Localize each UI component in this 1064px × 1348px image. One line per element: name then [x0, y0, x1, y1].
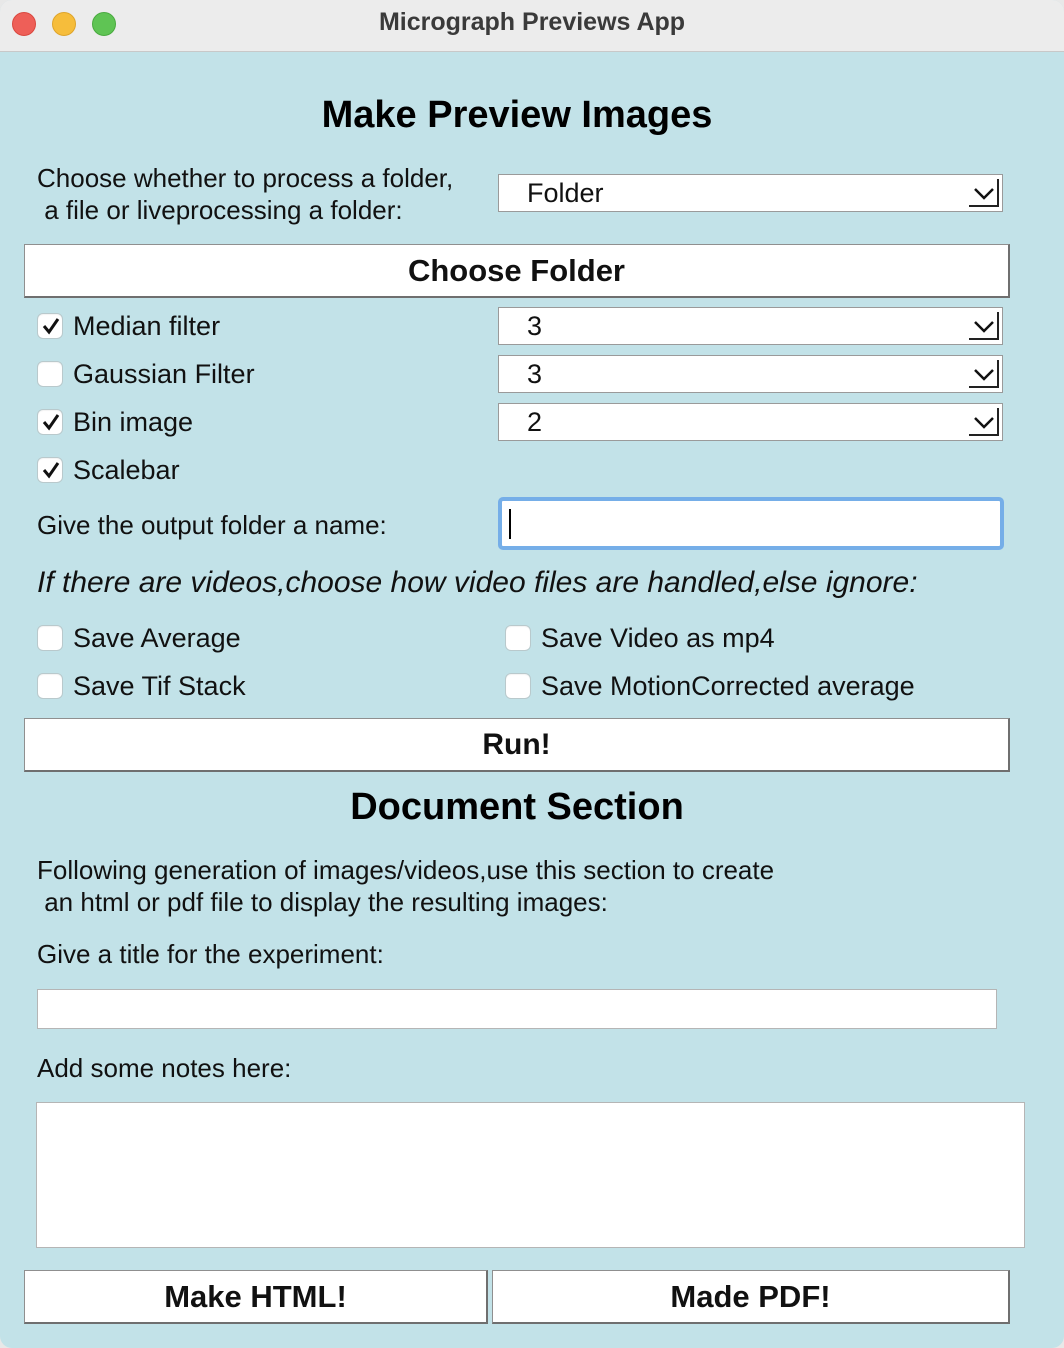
- checkbox-box: [37, 313, 63, 339]
- checkmark-icon: [42, 414, 60, 431]
- experiment-title-label: Give a title for the experiment:: [37, 939, 384, 969]
- chevron-down-icon: [969, 312, 999, 340]
- median-filter-checkbox[interactable]: Median filter: [37, 306, 220, 346]
- scalebar-label: Scalebar: [73, 454, 180, 485]
- checkbox-box: [37, 625, 63, 651]
- checkbox-box: [505, 625, 531, 651]
- gaussian-filter-label: Gaussian Filter: [73, 358, 255, 389]
- make-html-button[interactable]: Make HTML!: [24, 1270, 488, 1324]
- app-window: Micrograph Previews App Make Preview Ima…: [0, 0, 1064, 1348]
- title-bar: Micrograph Previews App: [0, 0, 1064, 52]
- save-tif-stack-label: Save Tif Stack: [73, 670, 246, 701]
- checkbox-box: [37, 457, 63, 483]
- bin-image-label: Bin image: [73, 406, 194, 437]
- gaussian-filter-size-value: 3: [527, 359, 543, 389]
- bin-factor-value: 2: [527, 407, 543, 437]
- checkbox-box: [37, 409, 63, 435]
- output-folder-label: Give the output folder a name:: [37, 510, 387, 540]
- checkmark-icon: [42, 318, 60, 335]
- scalebar-checkbox[interactable]: Scalebar: [37, 450, 180, 490]
- mode-select-value: Folder: [527, 178, 604, 208]
- gaussian-filter-size-select[interactable]: 3: [498, 355, 1003, 393]
- video-handling-prompt: If there are videos,choose how video fil…: [37, 566, 918, 599]
- mode-select[interactable]: Folder: [498, 174, 1003, 212]
- gaussian-filter-checkbox[interactable]: Gaussian Filter: [37, 354, 255, 394]
- bin-factor-select[interactable]: 2: [498, 403, 1003, 441]
- save-motioncorrected-label: Save MotionCorrected average: [541, 670, 915, 701]
- save-average-checkbox[interactable]: Save Average: [37, 618, 241, 658]
- run-button[interactable]: Run!: [24, 718, 1010, 772]
- median-filter-size-value: 3: [527, 311, 543, 341]
- experiment-title-input[interactable]: [37, 989, 997, 1029]
- mode-prompt-line-2: a file or liveprocessing a folder:: [37, 195, 403, 225]
- document-intro-line-1: Following generation of images/videos,us…: [37, 855, 775, 885]
- save-tif-stack-checkbox[interactable]: Save Tif Stack: [37, 666, 246, 706]
- save-motioncorrected-checkbox[interactable]: Save MotionCorrected average: [505, 666, 915, 706]
- text-caret: [509, 509, 511, 539]
- checkmark-icon: [42, 462, 60, 479]
- checkbox-box: [37, 673, 63, 699]
- page-title: Make Preview Images: [321, 94, 713, 136]
- mode-prompt-line-1: Choose whether to process a folder,: [37, 163, 454, 193]
- median-filter-label: Median filter: [73, 310, 221, 341]
- notes-textarea[interactable]: [36, 1102, 1025, 1248]
- window-title: Micrograph Previews App: [378, 8, 686, 36]
- save-average-label: Save Average: [73, 622, 241, 653]
- checkbox-box: [37, 361, 63, 387]
- median-filter-size-select[interactable]: 3: [498, 307, 1003, 345]
- checkbox-box: [505, 673, 531, 699]
- chevron-down-icon: [969, 408, 999, 436]
- bin-image-checkbox[interactable]: Bin image: [37, 402, 193, 442]
- output-folder-input[interactable]: [498, 497, 1004, 550]
- save-video-mp4-label: Save Video as mp4: [541, 622, 775, 653]
- save-video-mp4-checkbox[interactable]: Save Video as mp4: [505, 618, 775, 658]
- notes-label: Add some notes here:: [37, 1053, 292, 1083]
- document-section-title: Document Section: [350, 786, 684, 828]
- make-pdf-button[interactable]: Made PDF!: [492, 1270, 1010, 1324]
- choose-folder-button[interactable]: Choose Folder: [24, 244, 1010, 298]
- chevron-down-icon: [969, 179, 999, 207]
- chevron-down-icon: [969, 360, 999, 388]
- document-intro-line-2: an html or pdf file to display the resul…: [37, 887, 608, 917]
